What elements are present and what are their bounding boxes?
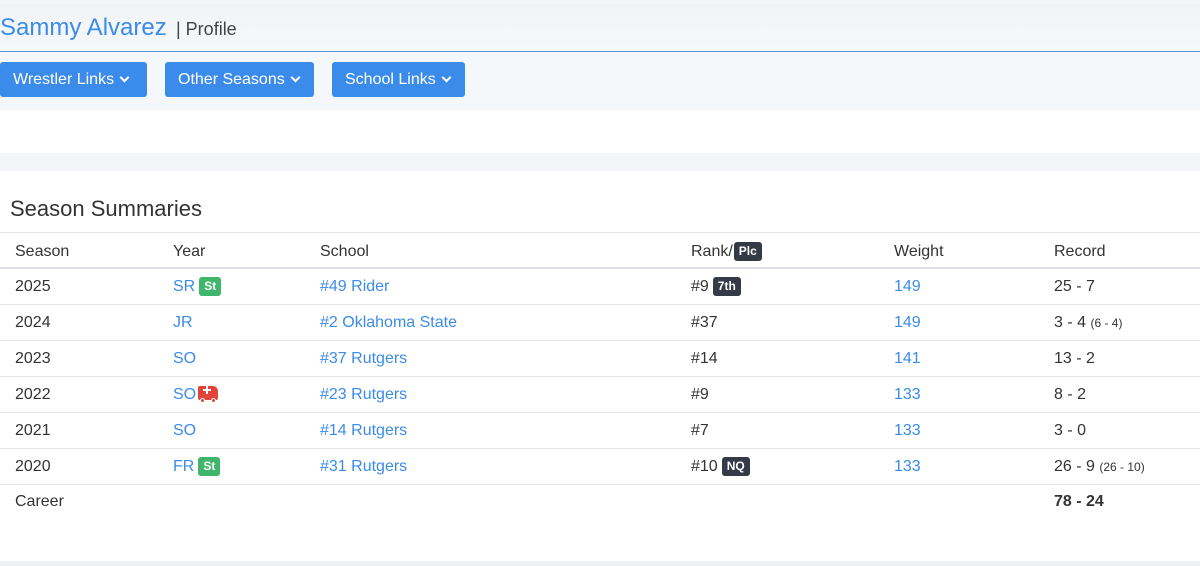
header-rank: Rank/Plc	[691, 242, 762, 262]
placement-badge: 7th	[712, 277, 741, 296]
season-cell: 2021	[15, 422, 51, 439]
header-record: Record	[1054, 243, 1106, 260]
header-season: Season	[15, 243, 70, 260]
spacer-panel	[0, 110, 1200, 153]
record-cell: 13 - 2	[1054, 350, 1095, 367]
rank-value: #7	[691, 422, 709, 439]
year-link[interactable]: SR	[173, 278, 195, 295]
placement-badge: NQ	[721, 457, 750, 476]
starter-badge: St	[199, 277, 222, 296]
profile-header-card: Sammy Alvarez | Profile Wrestler Links O…	[0, 4, 1200, 110]
season-summaries-card: Season Summaries Season Year School Rank…	[0, 171, 1200, 561]
other-seasons-label: Other Seasons	[178, 71, 285, 88]
record-cell: 3 - 4 (6 - 4)	[1054, 313, 1122, 333]
placement-badge: Plc	[733, 242, 762, 261]
table-row: 2025 SR St #49 Rider #9 7th 149 25 - 7	[0, 269, 1200, 305]
season-cell: 2025	[15, 278, 51, 295]
record-cell: 3 - 0	[1054, 422, 1087, 439]
chevron-down-icon	[290, 72, 301, 83]
career-record: 78 - 24	[1054, 493, 1104, 510]
weight-link[interactable]: 133	[894, 457, 921, 477]
school-link[interactable]: #14 Rutgers	[320, 421, 407, 441]
year-link[interactable]: SO	[173, 349, 196, 369]
school-links-button[interactable]: School Links	[332, 62, 465, 97]
season-cell: 2023	[15, 350, 51, 367]
rank-cell: #10 NQ	[691, 457, 750, 477]
header-year: Year	[173, 243, 206, 260]
chevron-down-icon	[441, 72, 452, 83]
rank-value: #14	[691, 350, 718, 367]
other-seasons-button[interactable]: Other Seasons	[165, 62, 314, 97]
table-row: 2022 SO #23 Rutgers #9 133 8 - 2	[0, 377, 1200, 413]
table-row: 2023 SO #37 Rutgers #14 141 13 - 2	[0, 341, 1200, 377]
table-row: 2020 FR St #31 Rutgers #10 NQ 133 26 - 9 (…	[0, 449, 1200, 485]
page-title-suffix: | Profile	[176, 19, 237, 39]
record-extra: (26 - 10)	[1099, 460, 1145, 474]
rank-value: #10	[691, 458, 718, 475]
school-link[interactable]: #49 Rider	[320, 277, 389, 297]
chevron-down-icon	[119, 72, 130, 83]
rank-value: #9	[691, 278, 709, 295]
weight-link[interactable]: 133	[894, 385, 921, 405]
year-link[interactable]: SO	[173, 386, 196, 403]
record-value: 3 - 4	[1054, 314, 1087, 331]
year-cell: SO	[173, 385, 219, 405]
year-cell: FR St	[173, 457, 221, 477]
record-value: 26 - 9	[1054, 458, 1095, 475]
weight-link[interactable]: 133	[894, 421, 921, 441]
year-cell: SR St	[173, 277, 222, 297]
wrestler-links-label: Wrestler Links	[13, 71, 115, 88]
section-title: Season Summaries	[10, 196, 202, 221]
wrestler-name-link[interactable]: Sammy Alvarez	[0, 14, 167, 42]
title-row: Sammy Alvarez | Profile	[0, 4, 1200, 52]
school-link[interactable]: #37 Rutgers	[320, 349, 407, 369]
header-rank-label: Rank/	[691, 243, 733, 260]
record-cell: 8 - 2	[1054, 386, 1087, 403]
weight-link[interactable]: 149	[894, 313, 921, 333]
record-cell: 25 - 7	[1054, 278, 1095, 295]
school-link[interactable]: #2 Oklahoma State	[320, 313, 457, 333]
ambulance-icon	[198, 386, 219, 403]
career-label: Career	[15, 493, 64, 510]
wrestler-links-button[interactable]: Wrestler Links	[0, 62, 147, 97]
record-extra: (6 - 4)	[1090, 316, 1123, 330]
header-weight: Weight	[894, 243, 944, 260]
table-header-row: Season Year School Rank/Plc Weight Recor…	[0, 232, 1200, 269]
school-links-label: School Links	[345, 71, 436, 88]
rank-value: #9	[691, 386, 709, 403]
year-link[interactable]: JR	[173, 313, 193, 333]
season-cell: 2022	[15, 386, 51, 403]
career-row: Career 78 - 24	[0, 485, 1200, 521]
rank-value: #37	[691, 314, 718, 331]
season-cell: 2020	[15, 458, 51, 475]
record-cell: 26 - 9 (26 - 10)	[1054, 457, 1145, 477]
season-cell: 2024	[15, 314, 51, 331]
footer-band	[0, 561, 1200, 566]
school-link[interactable]: #31 Rutgers	[320, 457, 407, 477]
school-link[interactable]: #23 Rutgers	[320, 385, 407, 405]
rank-cell: #9 7th	[691, 277, 741, 297]
year-link[interactable]: SO	[173, 421, 196, 441]
header-school: School	[320, 243, 369, 260]
table-row: 2024 JR #2 Oklahoma State #37 149 3 - 4 …	[0, 305, 1200, 341]
table-row: 2021 SO #14 Rutgers #7 133 3 - 0	[0, 413, 1200, 449]
weight-link[interactable]: 141	[894, 349, 921, 369]
weight-link[interactable]: 149	[894, 277, 921, 297]
year-link[interactable]: FR	[173, 458, 194, 475]
starter-badge: St	[198, 457, 221, 476]
